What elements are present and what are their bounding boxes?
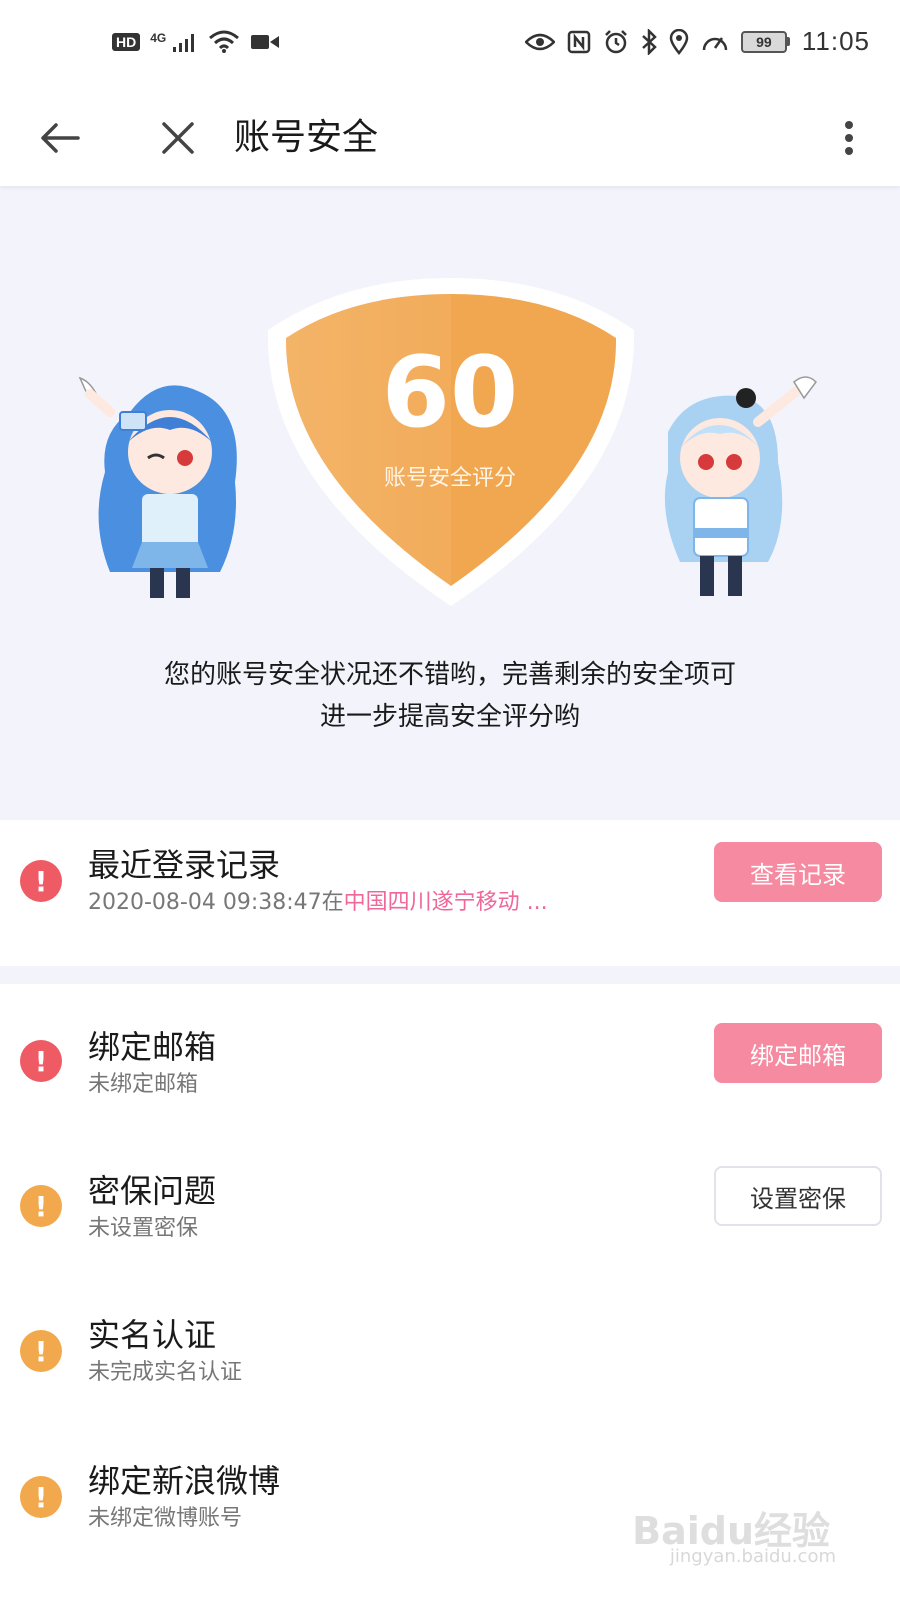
alarm-icon xyxy=(604,29,627,53)
watermark-url: jingyan.baidu.com xyxy=(669,1546,836,1567)
security-score-hero: 60 账号安全评分 您的账号安全状况还不错哟，完善剩余的安全项可 进一步提高安全… xyxy=(0,186,900,820)
login-record-detail: 2020-08-04 09:38:47在中国四川遂宁移动 ... xyxy=(88,884,548,916)
login-record-title: 最近登录记录 xyxy=(88,846,281,884)
login-location: 中国四川遂宁移动 ... xyxy=(343,890,548,915)
status-bar-left: HD 4G xyxy=(112,30,280,54)
video-icon xyxy=(251,35,280,49)
nfc-icon xyxy=(567,30,591,53)
location-icon xyxy=(669,28,689,55)
wifi-icon xyxy=(209,30,240,53)
battery-tip xyxy=(786,37,790,46)
bind-email-button[interactable]: 绑定邮箱 xyxy=(714,1023,882,1083)
close-button[interactable] xyxy=(150,112,206,164)
bluetooth-icon xyxy=(642,28,657,55)
status-bar: HD 4G 99 11:05 xyxy=(0,0,900,90)
page-title: 账号安全 xyxy=(234,117,379,158)
back-button[interactable] xyxy=(32,112,88,164)
signal-icon xyxy=(173,34,195,52)
item-title: 绑定新浪微博 xyxy=(88,1462,281,1500)
battery-icon: 99 xyxy=(740,30,790,53)
speed-icon xyxy=(702,36,728,50)
set-security-question-button[interactable]: 设置密保 xyxy=(714,1166,882,1226)
item-title: 实名认证 xyxy=(88,1316,217,1354)
mascot-33-illustration xyxy=(664,376,817,596)
warning-icon: ! xyxy=(20,1476,62,1518)
list-item-real-name[interactable]: ! 实名认证 未完成实名认证 xyxy=(0,1298,900,1438)
warning-icon: ! xyxy=(20,860,62,902)
item-subtitle: 未设置密保 xyxy=(88,1216,199,1241)
list-item-security-question[interactable]: ! 密保问题 未设置密保 设置密保 xyxy=(0,1152,900,1292)
warning-icon: ! xyxy=(20,1330,62,1372)
list-item-bind-email[interactable]: ! 绑定邮箱 未绑定邮箱 绑定邮箱 xyxy=(0,1006,900,1146)
close-icon xyxy=(162,122,194,154)
hd-icon: HD xyxy=(112,33,141,51)
mascot-22-illustration xyxy=(78,376,237,598)
app-bar: 账号安全 xyxy=(0,90,900,186)
network-type: 4G xyxy=(150,31,167,45)
item-subtitle: 未绑定微博账号 xyxy=(88,1506,243,1531)
more-button[interactable] xyxy=(834,112,864,164)
item-subtitle: 未绑定邮箱 xyxy=(88,1072,199,1097)
clock: 11:05 xyxy=(801,26,870,56)
view-records-button[interactable]: 查看记录 xyxy=(714,842,882,902)
item-title: 密保问题 xyxy=(88,1172,217,1210)
login-time: 2020-08-04 09:38:47在 xyxy=(88,890,344,915)
warning-icon: ! xyxy=(20,1185,62,1227)
section-divider xyxy=(0,966,900,984)
security-message-line-1: 您的账号安全状况还不错哟，完善剩余的安全项可 xyxy=(163,660,736,690)
login-record-row: ! 最近登录记录 2020-08-04 09:38:47在中国四川遂宁移动 ..… xyxy=(0,820,900,966)
status-bar-right: 99 11:05 xyxy=(524,26,870,57)
security-message: 您的账号安全状况还不错哟，完善剩余的安全项可 进一步提高安全评分哟 xyxy=(60,654,840,738)
item-title: 绑定邮箱 xyxy=(88,1028,217,1066)
more-vert-icon xyxy=(845,121,853,155)
eye-icon xyxy=(524,33,555,50)
security-message-line-2: 进一步提高安全评分哟 xyxy=(319,702,580,732)
battery-level: 99 xyxy=(740,30,787,53)
warning-icon: ! xyxy=(20,1040,62,1082)
login-record-section: ! 最近登录记录 2020-08-04 09:38:47在中国四川遂宁移动 ..… xyxy=(0,820,900,966)
back-arrow-icon xyxy=(41,123,80,153)
item-subtitle: 未完成实名认证 xyxy=(88,1360,243,1385)
